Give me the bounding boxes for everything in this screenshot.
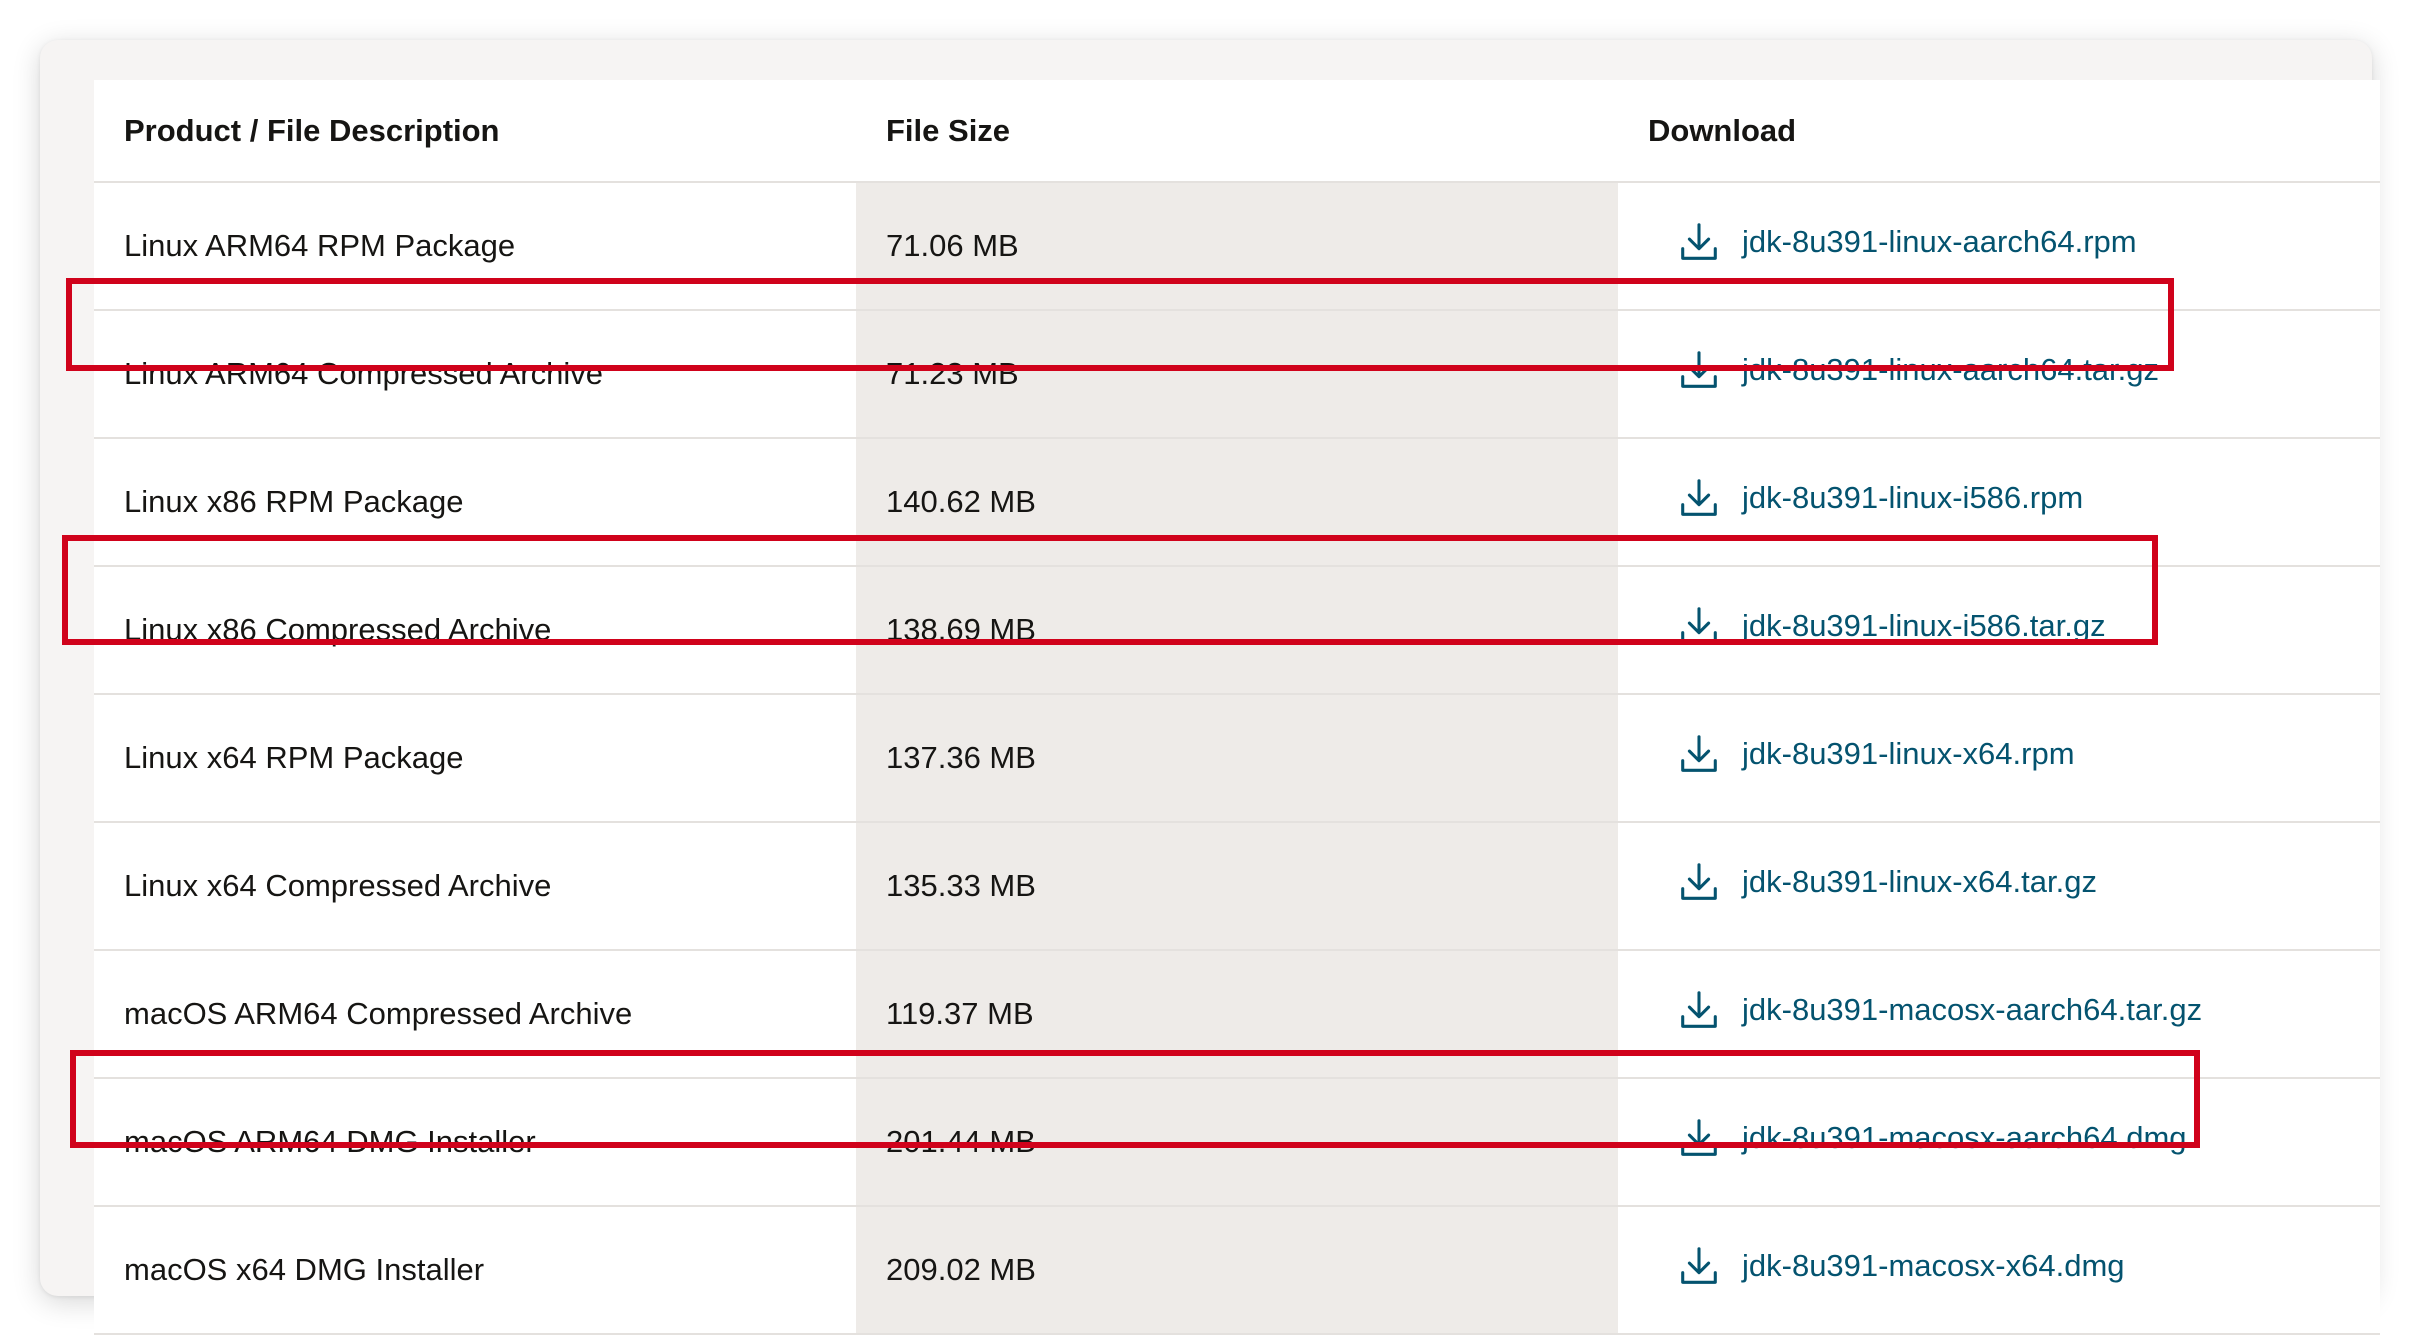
product-description: Linux x64 Compressed Archive — [94, 822, 856, 951]
product-description: Linux ARM64 RPM Package — [94, 182, 856, 311]
table-header-row: Product / File Description File Size Dow… — [94, 80, 2380, 183]
download-filename: jdk-8u391-macosx-x64.dmg — [1742, 1248, 2125, 1283]
table-row: Linux x64 RPM Package 137.36 MB jdk-8u39… — [94, 694, 2380, 823]
download-table-card: Product / File Description File Size Dow… — [40, 40, 2380, 1335]
file-size: 138.69 MB — [856, 566, 1618, 695]
table-row: Linux x64 Compressed Archive 135.33 MB j… — [94, 822, 2380, 951]
file-size: 140.62 MB — [856, 438, 1618, 567]
download-link[interactable]: jdk-8u391-macosx-aarch64.tar.gz — [1676, 987, 2202, 1033]
download-filename: jdk-8u391-linux-x64.tar.gz — [1742, 864, 2097, 899]
download-filename: jdk-8u391-linux-i586.tar.gz — [1742, 608, 2106, 643]
table-row: macOS ARM64 DMG Installer 201.44 MB jdk-… — [94, 1078, 2380, 1207]
table-row: Linux x86 Compressed Archive 138.69 MB j… — [94, 566, 2380, 695]
file-size: 71.23 MB — [856, 310, 1618, 439]
download-icon — [1681, 607, 1717, 644]
download-link[interactable]: jdk-8u391-linux-x64.rpm — [1676, 731, 2075, 777]
download-icon — [1681, 479, 1717, 516]
download-link[interactable]: jdk-8u391-macosx-x64.dmg — [1676, 1243, 2125, 1289]
product-description: macOS x64 DMG Installer — [94, 1206, 856, 1335]
file-size: 137.36 MB — [856, 694, 1618, 823]
table-row: Linux x86 RPM Package 140.62 MB jdk-8u39… — [94, 438, 2380, 567]
download-icon — [1681, 223, 1717, 260]
download-icon — [1681, 863, 1717, 900]
file-size: 71.06 MB — [856, 182, 1618, 311]
download-filename: jdk-8u391-linux-x64.rpm — [1742, 736, 2075, 771]
file-size: 135.33 MB — [856, 822, 1618, 951]
file-size: 119.37 MB — [856, 950, 1618, 1079]
column-header-download: Download — [1618, 80, 2380, 183]
download-filename: jdk-8u391-macosx-aarch64.dmg — [1742, 1120, 2187, 1155]
product-description: Linux x86 Compressed Archive — [94, 566, 856, 695]
download-link[interactable]: jdk-8u391-linux-i586.tar.gz — [1676, 603, 2106, 649]
product-description: macOS ARM64 Compressed Archive — [94, 950, 856, 1079]
product-description: Linux x64 RPM Package — [94, 694, 856, 823]
file-size: 201.44 MB — [856, 1078, 1618, 1207]
download-icon — [1681, 1247, 1717, 1284]
column-header-description: Product / File Description — [94, 80, 856, 183]
download-link[interactable]: jdk-8u391-linux-aarch64.rpm — [1676, 219, 2137, 265]
download-icon — [1681, 1119, 1717, 1156]
table-row: macOS ARM64 Compressed Archive 119.37 MB… — [94, 950, 2380, 1079]
column-header-file-size: File Size — [856, 80, 1618, 183]
table-row: Linux ARM64 Compressed Archive 71.23 MB … — [94, 310, 2380, 439]
download-filename: jdk-8u391-macosx-aarch64.tar.gz — [1742, 992, 2203, 1027]
download-link[interactable]: jdk-8u391-linux-x64.tar.gz — [1676, 859, 2097, 905]
file-size: 209.02 MB — [856, 1206, 1618, 1335]
table-row: macOS x64 DMG Installer 209.02 MB jdk-8u… — [94, 1206, 2380, 1335]
table-row: Linux ARM64 RPM Package 71.06 MB jdk-8u3… — [94, 182, 2380, 311]
download-icon — [1681, 351, 1717, 388]
download-filename: jdk-8u391-linux-i586.rpm — [1742, 480, 2084, 515]
download-link[interactable]: jdk-8u391-linux-aarch64.tar.gz — [1676, 347, 2159, 393]
download-link[interactable]: jdk-8u391-linux-i586.rpm — [1676, 475, 2083, 521]
download-icon — [1681, 991, 1717, 1028]
download-filename: jdk-8u391-linux-aarch64.rpm — [1742, 224, 2137, 259]
jdk-download-table: Product / File Description File Size Dow… — [94, 80, 2380, 1335]
download-link[interactable]: jdk-8u391-macosx-aarch64.dmg — [1676, 1115, 2187, 1161]
product-description: macOS ARM64 DMG Installer — [94, 1078, 856, 1207]
download-icon — [1681, 735, 1717, 772]
product-description: Linux x86 RPM Package — [94, 438, 856, 567]
product-description: Linux ARM64 Compressed Archive — [94, 310, 856, 439]
download-filename: jdk-8u391-linux-aarch64.tar.gz — [1742, 352, 2160, 387]
